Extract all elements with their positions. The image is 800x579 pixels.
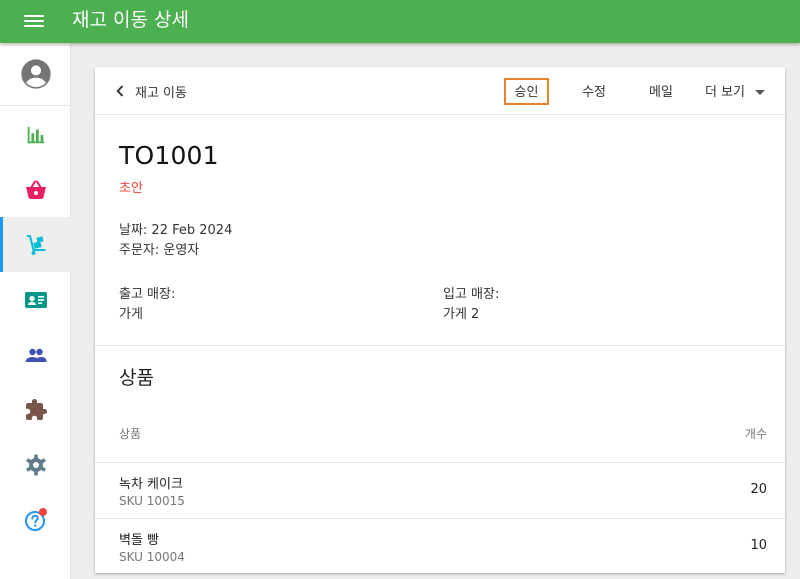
- product-name: 벽돌 빵: [119, 533, 160, 548]
- caret-down-icon: [755, 90, 766, 95]
- contact-card-icon: [24, 291, 47, 308]
- account-circle-icon: [20, 59, 51, 89]
- user-avatar[interactable]: [0, 43, 71, 106]
- product-quantity: 10: [750, 538, 767, 553]
- page-title: 재고 이동 상세: [72, 9, 189, 31]
- product-name: 녹차 케이크: [119, 477, 183, 492]
- transfer-detail-card: 재고 이동 승인 수정 메일 더 보기 TO1001 초안 날짜: 22 Feb…: [95, 67, 785, 573]
- gear-icon: [25, 454, 46, 475]
- card-toolbar: 재고 이동 승인 수정 메일 더 보기: [95, 67, 785, 115]
- orderer-line: 주문자: 운영자: [119, 243, 200, 258]
- product-sku: SKU 10004: [119, 550, 185, 564]
- bar-chart-icon: [27, 126, 44, 143]
- sidebar-item-integrations[interactable]: [0, 382, 71, 437]
- edit-button[interactable]: 수정: [571, 78, 617, 105]
- sidebar-item-sales[interactable]: [0, 162, 71, 217]
- column-header-product: 상품: [119, 427, 142, 441]
- product-sku: SKU 10015: [119, 494, 185, 508]
- sidebar-item-help[interactable]: [0, 492, 71, 547]
- table-row[interactable]: 녹차 케이크 SKU 10015 20: [95, 462, 785, 518]
- from-store-value: 가게: [119, 307, 143, 322]
- more-label: 더 보기: [705, 85, 746, 100]
- hand-truck-icon: [27, 234, 46, 255]
- status-badge: 초안: [119, 181, 143, 196]
- chevron-left-icon: [116, 85, 124, 97]
- from-store-label: 출고 매장:: [119, 287, 176, 302]
- back-label: 재고 이동: [135, 85, 187, 101]
- to-store-label: 입고 매장:: [443, 287, 500, 302]
- table-row[interactable]: 벽돌 빵 SKU 10004 10: [95, 518, 785, 573]
- mail-button[interactable]: 메일: [638, 78, 684, 105]
- more-menu-button[interactable]: 더 보기: [699, 78, 781, 105]
- app-bar: 재고 이동 상세: [0, 0, 800, 43]
- approve-button[interactable]: 승인: [504, 78, 549, 105]
- help-icon: [24, 507, 47, 531]
- transfer-id: TO1001: [119, 141, 219, 170]
- product-quantity: 20: [750, 482, 767, 497]
- section-divider: [95, 345, 785, 346]
- products-section-title: 상품: [119, 367, 154, 389]
- shopping-basket-icon: [25, 180, 46, 199]
- sidebar-item-employees[interactable]: [0, 327, 71, 382]
- to-store-value: 가게 2: [443, 307, 480, 322]
- date-line: 날짜: 22 Feb 2024: [119, 223, 233, 238]
- sidebar-item-transfers[interactable]: [0, 217, 71, 272]
- sidebar-item-settings[interactable]: [0, 437, 71, 492]
- back-button[interactable]: 재고 이동: [115, 81, 187, 101]
- menu-icon[interactable]: [24, 13, 44, 29]
- people-icon: [25, 348, 46, 362]
- column-header-quantity: 개수: [744, 427, 767, 441]
- sidebar: [0, 43, 71, 579]
- sidebar-item-contacts[interactable]: [0, 272, 71, 327]
- sidebar-item-reports[interactable]: [0, 107, 71, 162]
- puzzle-icon: [25, 398, 47, 420]
